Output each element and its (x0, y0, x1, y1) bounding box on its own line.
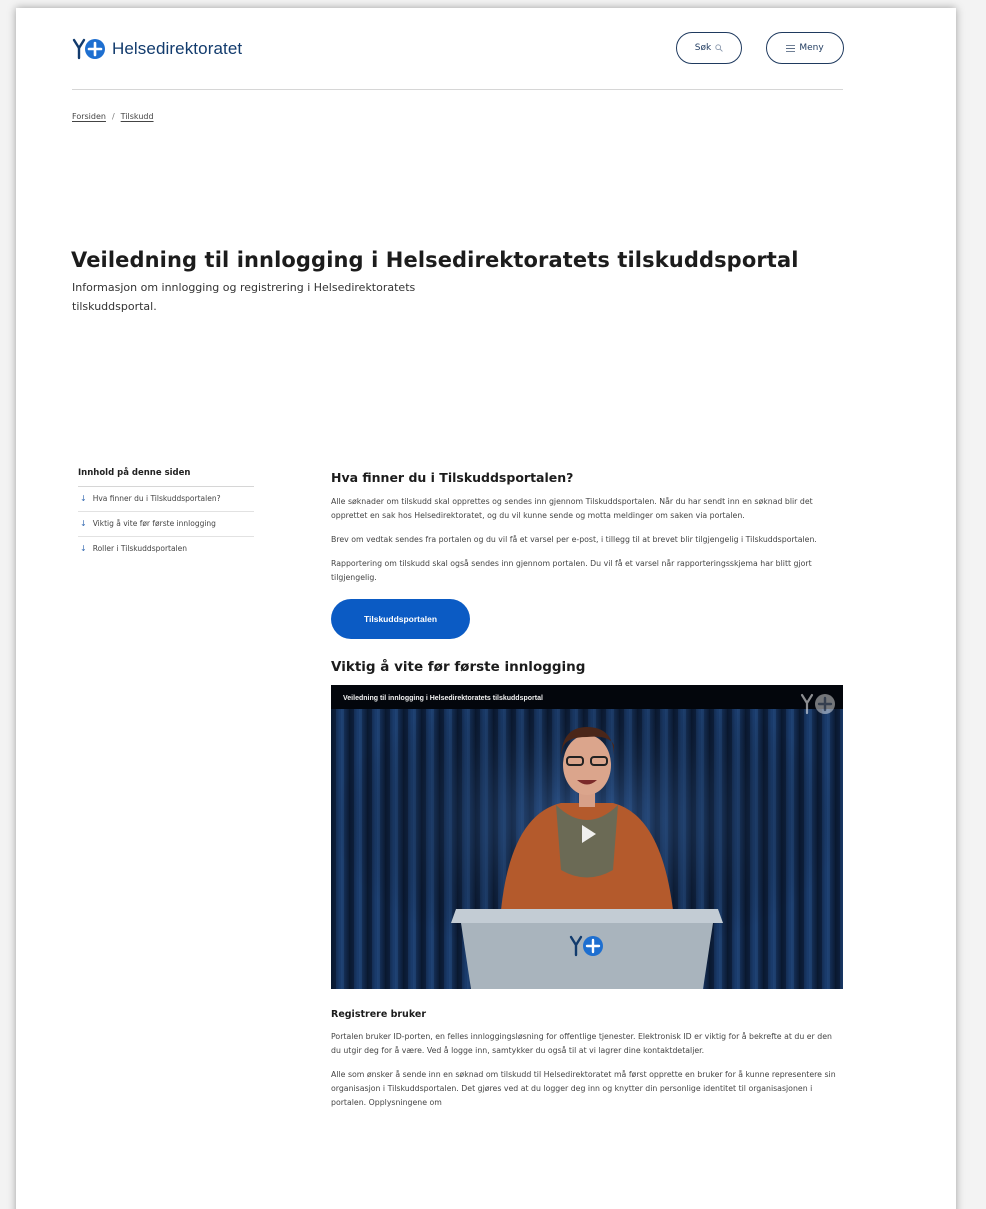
paragraph: Alle som ønsker å sende inn en søknad om… (331, 1070, 836, 1107)
toc-item-viktig[interactable]: ↓ Viktig å vite før første innlogging (78, 512, 254, 537)
arrow-down-icon: ↓ (80, 494, 87, 503)
toc-item-roller[interactable]: ↓ Roller i Tilskuddsportalen (78, 537, 254, 561)
breadcrumb-separator: / (111, 112, 115, 121)
section-heading-viktig: Viktig å vite før første innlogging (331, 659, 586, 675)
play-icon[interactable] (576, 822, 600, 846)
menu-label: Meny (799, 43, 824, 53)
video-player[interactable]: Veiledning til innlogging i Helsedirekto… (331, 685, 843, 989)
search-icon (715, 44, 723, 52)
table-of-contents: Innhold på denne siden ↓ Hva finner du i… (78, 468, 254, 561)
video-title: Veiledning til innlogging i Helsedirekto… (343, 695, 543, 702)
breadcrumb-home[interactable]: Forsiden (72, 112, 106, 121)
logo-text: Helsedirektoratet (112, 39, 243, 58)
helsedirektoratet-logo-icon (72, 38, 105, 60)
toc-item-label: Viktig å vite før første innlogging (92, 519, 216, 528)
toc-item-label: Hva finner du i Tilskuddsportalen? (92, 494, 221, 503)
breadcrumb: Forsiden / Tilskudd (72, 112, 154, 121)
toc-heading: Innhold på denne siden (78, 468, 254, 487)
paragraph: Brev om vedtak sendes fra portalen og du… (331, 535, 817, 544)
paragraph: Alle søknader om tilskudd skal opprettes… (331, 497, 813, 520)
arrow-down-icon: ↓ (80, 544, 87, 553)
menu-icon (786, 44, 796, 52)
section-heading-registrere: Registrere bruker (331, 1009, 427, 1020)
tilskuddsportalen-button[interactable]: Tilskuddsportalen (331, 599, 470, 639)
site-logo[interactable]: Helsedirektoratet (72, 37, 242, 61)
search-button[interactable]: Søk (676, 32, 742, 64)
menu-button[interactable]: Meny (766, 32, 844, 64)
paragraph: Rapportering om tilskudd skal også sende… (331, 559, 812, 582)
arrow-down-icon: ↓ (80, 519, 87, 528)
search-label: Søk (694, 43, 712, 53)
breadcrumb-tilskudd[interactable]: Tilskudd (121, 112, 154, 121)
main-content: Hva finner du i Tilskuddsportalen? Alle … (331, 470, 843, 1120)
paragraph: Portalen bruker ID-porten, en felles inn… (331, 1032, 832, 1055)
toc-item-label: Roller i Tilskuddsportalen (92, 544, 188, 553)
site-header: Helsedirektoratet Søk Meny (72, 30, 844, 90)
page-lead: Informasjon om innlogging og registrerin… (72, 281, 416, 313)
toc-item-hva-finner[interactable]: ↓ Hva finner du i Tilskuddsportalen? (78, 487, 254, 512)
page: Helsedirektoratet Søk Meny Forsiden / Ti… (16, 8, 956, 1209)
video-watermark-icon (800, 693, 835, 715)
section-heading-hva-finner: Hva finner du i Tilskuddsportalen? (331, 470, 574, 485)
page-title: Veiledning til innlogging i Helsedirekto… (71, 248, 799, 272)
